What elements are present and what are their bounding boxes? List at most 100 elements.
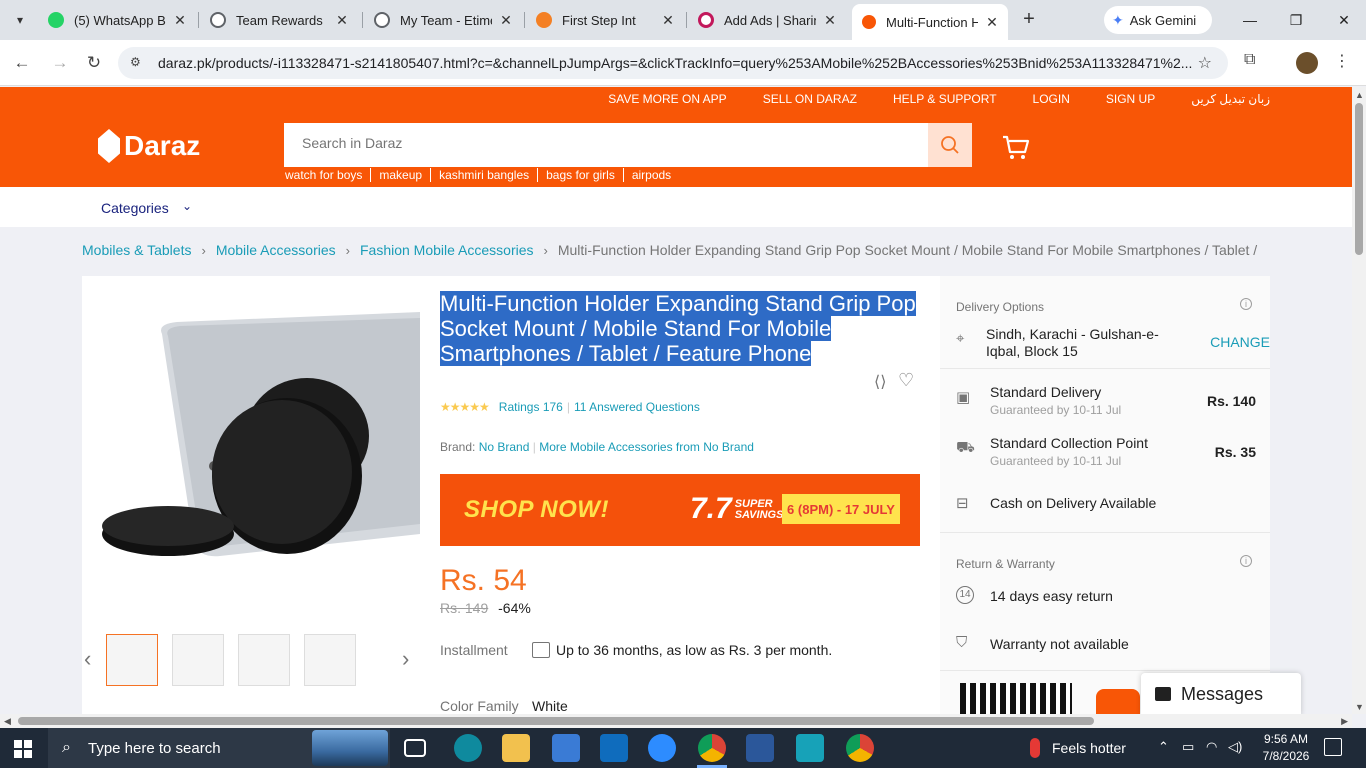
horizontal-scrollbar[interactable]: ◀ ▶ bbox=[0, 714, 1352, 728]
search-input[interactable] bbox=[302, 135, 902, 151]
clock[interactable]: 9:56 AM 7/8/2026 bbox=[1256, 731, 1316, 765]
edge-icon[interactable] bbox=[454, 734, 482, 762]
info-icon[interactable]: i bbox=[1240, 298, 1252, 310]
back-button[interactable]: ← bbox=[10, 51, 34, 75]
menu-dots-icon[interactable]: ⋮ bbox=[1334, 51, 1350, 71]
suggestion-link[interactable]: watch for boys bbox=[285, 168, 370, 182]
delivery-location: ⌖ Sindh, Karachi - Gulshan-e-Iqbal, Bloc… bbox=[956, 326, 1270, 366]
tab-search-button[interactable]: ▾ bbox=[8, 8, 32, 32]
change-location-button[interactable]: CHANGE bbox=[1210, 334, 1270, 350]
breadcrumb-link[interactable]: Fashion Mobile Accessories bbox=[360, 242, 534, 258]
suggestion-link[interactable]: makeup bbox=[370, 168, 430, 182]
thumbnail[interactable] bbox=[238, 634, 290, 686]
chrome-profile-icon[interactable] bbox=[846, 734, 874, 762]
wifi-icon[interactable]: ◠ bbox=[1206, 739, 1217, 755]
url-field[interactable]: ⚙ daraz.pk/products/-i113328471-s2141805… bbox=[118, 47, 1228, 79]
word-icon[interactable] bbox=[746, 734, 774, 762]
chrome-icon[interactable] bbox=[698, 734, 726, 762]
notifications-icon[interactable] bbox=[1324, 738, 1342, 756]
thumbnail[interactable] bbox=[172, 634, 224, 686]
thermometer-icon bbox=[1030, 738, 1040, 758]
signup-link[interactable]: SIGN UP bbox=[1106, 92, 1155, 106]
task-view-icon[interactable] bbox=[404, 739, 426, 757]
battery-icon[interactable]: ▭ bbox=[1182, 739, 1194, 755]
brand-link[interactable]: No Brand bbox=[479, 440, 530, 454]
close-window-button[interactable]: ✕ bbox=[1332, 8, 1356, 32]
info-icon[interactable]: i bbox=[1240, 555, 1252, 567]
scrollbar-thumb[interactable] bbox=[1355, 103, 1363, 255]
tab-title: First Step Int bbox=[562, 12, 636, 28]
chevron-right-icon[interactable]: › bbox=[402, 646, 409, 672]
ratings-link[interactable]: Ratings 176 bbox=[499, 400, 563, 414]
daraz-logo[interactable]: Daraz bbox=[98, 129, 200, 163]
cart-icon[interactable] bbox=[1002, 135, 1030, 161]
windows-start-icon[interactable] bbox=[14, 740, 32, 758]
file-explorer-icon[interactable] bbox=[502, 734, 530, 762]
tab-daraz-active[interactable]: Multi-Function H ✕ bbox=[852, 4, 1008, 40]
wishlist-heart-icon[interactable]: ♡ bbox=[898, 370, 914, 391]
forward-button[interactable]: → bbox=[48, 51, 72, 75]
scrollbar-thumb[interactable] bbox=[18, 717, 1094, 725]
sell-link[interactable]: SELL ON DARAZ bbox=[763, 92, 857, 106]
taskbar: ⌕ Type here to search Feels hotter ⌃ ▭ ◠… bbox=[0, 728, 1366, 768]
thumbnail[interactable] bbox=[304, 634, 356, 686]
close-icon[interactable]: ✕ bbox=[334, 12, 350, 29]
questions-link[interactable]: 11 Answered Questions bbox=[574, 400, 700, 414]
chevron-down-icon[interactable]: ⌄ bbox=[182, 199, 192, 213]
new-tab-button[interactable]: + bbox=[1018, 8, 1040, 30]
color-family-value: White bbox=[532, 698, 568, 714]
weather-widget[interactable]: Feels hotter bbox=[1030, 738, 1126, 758]
taskbar-search[interactable]: ⌕ Type here to search bbox=[48, 728, 390, 768]
language-link[interactable]: زبان تبدیل کریں bbox=[1191, 92, 1270, 106]
categories-menu[interactable]: Categories bbox=[101, 200, 169, 216]
close-icon[interactable]: ✕ bbox=[498, 12, 514, 29]
tab-title: (5) WhatsApp Bu bbox=[74, 12, 166, 28]
chevron-up-icon[interactable]: ⌃ bbox=[1158, 739, 1169, 755]
reload-button[interactable]: ↻ bbox=[82, 51, 106, 75]
vertical-scrollbar[interactable]: ▲ ▼ bbox=[1352, 87, 1366, 714]
promo-banner[interactable]: SHOP NOW! 7.7 SUPER SAVINGS SALE 6 (8PM) -… bbox=[440, 474, 920, 546]
minimize-button[interactable]: — bbox=[1238, 8, 1262, 32]
search-button[interactable] bbox=[928, 123, 972, 167]
profile-avatar[interactable] bbox=[1296, 52, 1318, 74]
tab-first-step[interactable]: First Step Int ✕ bbox=[536, 6, 676, 34]
product-title-text: Multi-Function Holder Expanding Stand Gr… bbox=[440, 291, 916, 366]
suggestion-link[interactable]: kashmiri bangles bbox=[430, 168, 537, 182]
old-price-row: Rs. 149 -64% bbox=[440, 600, 531, 616]
suggestion-link[interactable]: airpods bbox=[622, 168, 679, 182]
restore-button[interactable]: ❐ bbox=[1284, 8, 1308, 32]
weather-text: Feels hotter bbox=[1052, 740, 1126, 756]
volume-icon[interactable]: ◁) bbox=[1228, 739, 1242, 755]
save-more-link[interactable]: SAVE MORE ON APP bbox=[608, 92, 726, 106]
store-icon[interactable] bbox=[552, 734, 580, 762]
close-icon[interactable]: ✕ bbox=[822, 12, 838, 29]
breadcrumb-link[interactable]: Mobiles & Tablets bbox=[82, 242, 191, 258]
close-icon[interactable]: ✕ bbox=[984, 14, 1000, 31]
ask-gemini-button[interactable]: ✦ Ask Gemini bbox=[1104, 6, 1212, 34]
current-price: Rs. 54 bbox=[440, 564, 527, 597]
site-info-icon[interactable]: ⚙ bbox=[130, 55, 146, 71]
chevron-left-icon[interactable]: ‹ bbox=[84, 646, 91, 672]
suggestion-link[interactable]: bags for girls bbox=[537, 168, 623, 182]
tab-whatsapp[interactable]: (5) WhatsApp Bu ✕ bbox=[48, 6, 188, 34]
messages-button[interactable]: Messages bbox=[1141, 673, 1301, 714]
zoom-icon[interactable] bbox=[648, 734, 676, 762]
product-main-image[interactable] bbox=[82, 276, 420, 621]
extensions-icon[interactable]: ⧉ bbox=[1244, 51, 1255, 69]
share-icon[interactable]: ⟨⟩ bbox=[874, 372, 886, 392]
daraz-app-icon[interactable] bbox=[1096, 689, 1140, 714]
more-from-brand-link[interactable]: More Mobile Accessories from No Brand bbox=[539, 440, 754, 454]
breadcrumb-link[interactable]: Mobile Accessories bbox=[216, 242, 336, 258]
tab-add-ads[interactable]: Add Ads | Sharing ✕ bbox=[698, 6, 838, 34]
tab-team-rewards[interactable]: Team Rewards ✕ bbox=[210, 6, 350, 34]
outlook-icon[interactable] bbox=[600, 734, 628, 762]
collection-point-row: ⛟ Standard Collection Point Guaranteed b… bbox=[956, 435, 1256, 469]
thumbnail[interactable] bbox=[106, 634, 158, 686]
tab-my-team[interactable]: My Team - Etime ✕ bbox=[374, 6, 514, 34]
help-link[interactable]: HELP & SUPPORT bbox=[893, 92, 997, 106]
close-icon[interactable]: ✕ bbox=[172, 12, 188, 29]
calendar-app-icon[interactable] bbox=[796, 734, 824, 762]
close-icon[interactable]: ✕ bbox=[660, 12, 676, 29]
bookmark-star-icon[interactable]: ☆ bbox=[1198, 53, 1212, 73]
login-link[interactable]: LOGIN bbox=[1033, 92, 1070, 106]
